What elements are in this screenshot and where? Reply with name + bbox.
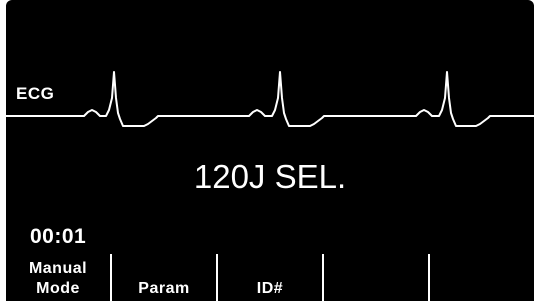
softkey-blank-5[interactable]: [430, 254, 534, 301]
ecg-waveform: [6, 71, 534, 127]
softkey-param[interactable]: Param: [112, 254, 218, 301]
softkey-label-line1: Manual: [28, 260, 88, 277]
softkey-id[interactable]: ID#: [218, 254, 324, 301]
selected-energy-display: 120J SEL.: [193, 158, 347, 195]
softkey-label-line2: Param: [138, 280, 190, 297]
softkey-label-line2: ID#: [256, 280, 284, 297]
softkey-manual-mode[interactable]: Manual Mode: [6, 254, 112, 301]
monitor-display: ECG 120J SEL. 00:01 Manual Mode Param ID…: [6, 0, 534, 301]
screen: ECG 120J SEL. 00:01 Manual Mode Param ID…: [0, 0, 540, 301]
softkey-blank-4[interactable]: [324, 254, 430, 301]
softkey-label-line2: Mode: [36, 280, 80, 297]
softkey-bar: Manual Mode Param ID#: [6, 254, 534, 301]
elapsed-timer: 00:01: [30, 225, 87, 248]
